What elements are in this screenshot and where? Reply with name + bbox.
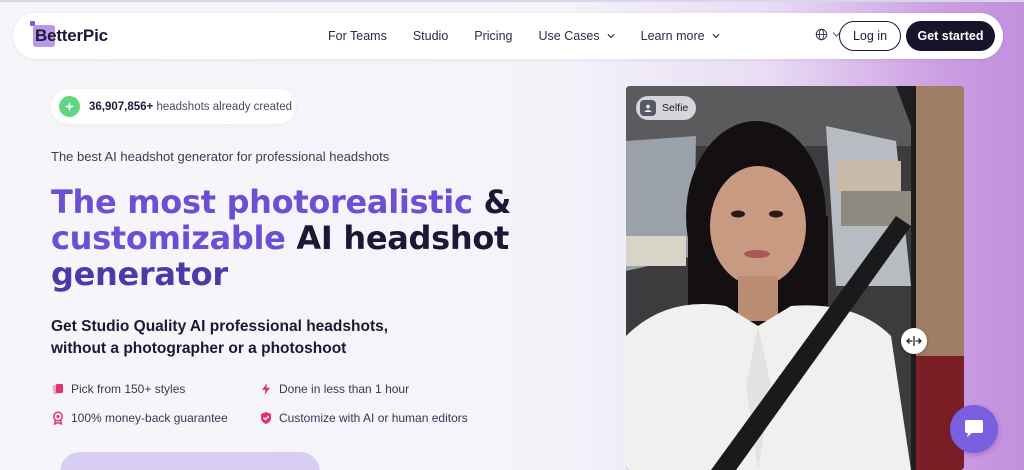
nav-link-label: For Teams bbox=[328, 29, 387, 43]
styles-icon bbox=[52, 384, 63, 395]
selfie-label: Selfie bbox=[662, 102, 689, 114]
feature-label: 100% money-back guarantee bbox=[71, 411, 228, 425]
comparison-slider-handle[interactable] bbox=[901, 328, 927, 354]
feature-item: Pick from 150+ styles bbox=[51, 382, 185, 396]
nav-link-label: Pricing bbox=[474, 29, 513, 43]
feature-item: Done in less than 1 hour bbox=[259, 382, 409, 396]
counter-suffix: headshots already created bbox=[153, 100, 293, 113]
logo[interactable]: BetterPic bbox=[30, 21, 108, 51]
upload-button-partial[interactable] bbox=[60, 452, 320, 470]
selfie-badge: Selfie bbox=[636, 96, 697, 120]
chat-icon bbox=[965, 420, 983, 437]
headshot-counter-pill: 36,907,856+ headshots already created bbox=[51, 89, 296, 124]
browser-top-border bbox=[0, 0, 1024, 2]
arrows-left-right-icon bbox=[906, 336, 922, 346]
hero-comparison-image: Selfie bbox=[626, 86, 964, 470]
nav-link-label: Use Cases bbox=[538, 29, 600, 43]
logo-text: BetterPic bbox=[35, 26, 108, 45]
selfie-photo bbox=[626, 86, 964, 470]
nav-links: For Teams Studio Pricing Use Cases Learn… bbox=[328, 13, 746, 59]
headline-part4: generator bbox=[51, 255, 228, 293]
feature-item: 100% money-back guarantee bbox=[51, 411, 228, 425]
nav-link-label: Studio bbox=[412, 29, 449, 43]
chevron-down-icon bbox=[712, 34, 719, 39]
language-selector[interactable] bbox=[815, 28, 841, 41]
counter-text: 36,907,856+ headshots already created bbox=[89, 101, 292, 113]
globe-icon bbox=[815, 28, 828, 41]
headline-part2: customizable bbox=[51, 219, 286, 257]
counter-value: 36,907,856+ bbox=[89, 100, 154, 113]
nav-link-use-cases[interactable]: Use Cases bbox=[539, 29, 615, 43]
hero-tagline: Get Studio Quality AI professional heads… bbox=[51, 316, 451, 360]
chat-button[interactable] bbox=[950, 405, 998, 453]
nav-link-for-teams[interactable]: For Teams bbox=[328, 29, 387, 43]
hero-subtitle: The best AI headshot generator for profe… bbox=[51, 149, 390, 164]
shield-icon bbox=[261, 412, 271, 424]
login-button[interactable]: Log in bbox=[839, 21, 901, 51]
get-started-button[interactable]: Get started bbox=[906, 21, 995, 51]
lightning-icon bbox=[262, 383, 270, 395]
hero-headline: The most photorealistic & customizable A… bbox=[51, 184, 571, 292]
portrait-icon bbox=[640, 100, 656, 116]
feature-label: Pick from 150+ styles bbox=[71, 382, 186, 396]
nav-link-learn-more[interactable]: Learn more bbox=[641, 29, 720, 43]
sparkle-icon bbox=[59, 96, 80, 117]
headline-amp: & bbox=[472, 183, 512, 221]
feature-label: Done in less than 1 hour bbox=[279, 382, 410, 396]
headline-part3: AI headshot bbox=[285, 219, 510, 257]
headline-part1: The most photorealistic bbox=[51, 183, 473, 221]
tagline-line1: Get Studio Quality AI professional heads… bbox=[51, 318, 389, 335]
feature-label: Customize with AI or human editors bbox=[279, 411, 468, 425]
nav-link-label: Learn more bbox=[640, 29, 705, 43]
feature-item: Customize with AI or human editors bbox=[259, 411, 468, 425]
nav-link-pricing[interactable]: Pricing bbox=[474, 29, 512, 43]
tagline-line2: without a photographer or a photoshoot bbox=[51, 340, 347, 357]
navbar: BetterPic For Teams Studio Pricing Use C… bbox=[13, 13, 1003, 59]
guarantee-badge-icon bbox=[53, 411, 63, 425]
nav-link-studio[interactable]: Studio bbox=[413, 29, 448, 43]
chevron-down-icon bbox=[607, 34, 615, 39]
